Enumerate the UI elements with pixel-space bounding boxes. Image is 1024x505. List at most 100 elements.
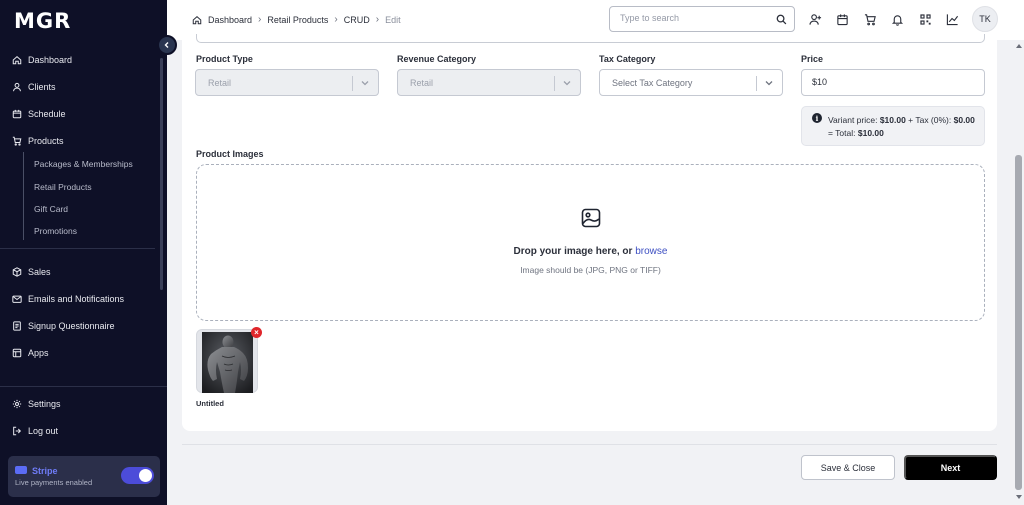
box-icon [12, 267, 22, 277]
sidebar-item-label: Settings [28, 399, 61, 409]
sidebar-collapse-button[interactable] [157, 35, 177, 55]
sidebar-item-label: Signup Questionnaire [28, 321, 115, 331]
qr-code-icon[interactable] [919, 13, 932, 26]
revenue-category-select[interactable]: Retail [397, 69, 581, 96]
sidebar-item-products[interactable]: Products [12, 136, 64, 146]
search-input[interactable] [620, 13, 770, 23]
total-text: = Total: [828, 128, 858, 138]
sidebar-item-label: Schedule [28, 109, 66, 119]
cart-icon[interactable] [864, 13, 877, 26]
sidebar-item-schedule[interactable]: Schedule [12, 109, 66, 119]
price-summary-prefix: Variant price: [828, 115, 880, 125]
bell-icon[interactable] [891, 13, 904, 26]
remove-image-button[interactable]: × [251, 327, 262, 338]
product-type-value: Retail [208, 78, 232, 88]
price-input[interactable] [812, 77, 962, 87]
sidebar-subitem-promotions[interactable]: Promotions [34, 226, 77, 236]
sidebar-item-dashboard[interactable]: Dashboard [12, 55, 72, 65]
mail-icon [12, 295, 22, 303]
tax-category-select[interactable]: Select Tax Category [599, 69, 783, 96]
sidebar-subitem-gift-card[interactable]: Gift Card [34, 204, 68, 214]
breadcrumb-edit: Edit [385, 14, 401, 25]
scroll-down-arrow[interactable] [1016, 495, 1022, 499]
stripe-toggle[interactable] [121, 467, 154, 484]
price-summary-text: Variant price: $10.00 + Tax (0%): $0.00 … [828, 114, 982, 140]
sidebar: MGR Dashboard Clients Schedule Products … [0, 0, 167, 505]
stripe-logo-icon [15, 466, 27, 474]
footer-divider [182, 444, 997, 445]
chevron-down-icon [765, 81, 773, 86]
chart-line-icon[interactable] [946, 13, 959, 26]
info-icon: i [812, 113, 822, 123]
stripe-panel: Stripe Live payments enabled [8, 456, 160, 497]
home-icon [12, 55, 22, 65]
page-scrollbar[interactable] [1013, 40, 1024, 505]
sidebar-scrollbar[interactable] [160, 58, 163, 290]
scroll-up-arrow[interactable] [1016, 44, 1022, 48]
product-type-label: Product Type [196, 54, 253, 64]
image-icon [581, 208, 601, 228]
sidebar-item-label: Products [28, 136, 64, 146]
breadcrumb-retail-products[interactable]: Retail Products [267, 15, 328, 25]
sidebar-subitem-packages[interactable]: Packages & Memberships [34, 159, 133, 169]
sidebar-divider [0, 386, 167, 387]
tax-text: + Tax (0%): [905, 115, 954, 125]
revenue-category-value: Retail [410, 78, 434, 88]
tax-category-placeholder: Select Tax Category [612, 78, 693, 88]
sidebar-item-sales[interactable]: Sales [12, 267, 51, 277]
cart-icon [12, 136, 22, 146]
breadcrumb-crud[interactable]: CRUD [344, 15, 370, 25]
product-type-select[interactable]: Retail [195, 69, 379, 96]
product-images-label: Product Images [196, 149, 264, 159]
uploaded-image-name: Untitled [196, 399, 224, 408]
total-value: $10.00 [857, 128, 884, 138]
stripe-title: Stripe [32, 466, 58, 476]
select-separator [352, 76, 353, 91]
next-button[interactable]: Next [904, 455, 997, 480]
chevron-down-icon [361, 81, 369, 86]
calendar-icon[interactable] [836, 13, 849, 26]
revenue-category-label: Revenue Category [397, 54, 477, 64]
sidebar-item-label: Dashboard [28, 55, 73, 65]
sidebar-item-clients[interactable]: Clients [12, 82, 56, 92]
add-user-icon[interactable] [809, 13, 822, 26]
tax-category-label: Tax Category [599, 54, 656, 64]
breadcrumb-dashboard[interactable]: Dashboard [208, 15, 252, 25]
avatar[interactable]: TK [972, 6, 998, 32]
variant-price-value: $10.00 [879, 115, 906, 125]
breadcrumb: Dashboard › Retail Products › CRUD › Edi… [192, 14, 401, 25]
select-separator [756, 76, 757, 91]
sidebar-item-signup-questionnaire[interactable]: Signup Questionnaire [12, 321, 115, 331]
select-separator [554, 76, 555, 91]
home-icon[interactable] [192, 15, 202, 25]
price-field [801, 69, 985, 96]
sidebar-item-apps[interactable]: Apps [12, 348, 49, 358]
sidebar-item-label: Clients [28, 82, 56, 92]
chevron-right-icon: › [375, 14, 380, 25]
sidebar-subitem-retail-products[interactable]: Retail Products [34, 182, 92, 192]
apps-icon [12, 348, 22, 358]
dropzone-text: Drop your image here, or [513, 246, 636, 257]
sidebar-divider [0, 248, 155, 249]
dropzone-title: Drop your image here, or browse [197, 246, 984, 257]
chevron-right-icon: › [258, 14, 262, 25]
save-close-button[interactable]: Save & Close [801, 455, 895, 480]
price-label: Price [801, 54, 824, 64]
product-form-card: Product Type Retail Revenue Category Ret… [182, 34, 997, 431]
gear-icon [12, 399, 22, 409]
logout-icon [13, 426, 22, 436]
sidebar-item-label: Sales [28, 267, 51, 277]
image-dropzone[interactable]: Drop your image here, or browse Image sh… [196, 164, 985, 321]
search-icon[interactable] [776, 14, 787, 25]
app-logo: MGR [14, 9, 72, 33]
scrollbar-thumb[interactable] [1015, 155, 1022, 490]
browse-link[interactable]: browse [635, 246, 667, 257]
sidebar-item-settings[interactable]: Settings [12, 399, 61, 409]
chevron-right-icon: › [334, 14, 338, 25]
tax-amount-value: $0.00 [953, 115, 975, 125]
chevron-left-icon [164, 42, 169, 48]
sidebar-item-emails[interactable]: Emails and Notifications [12, 294, 124, 304]
sidebar-item-logout[interactable]: Log out [12, 426, 58, 436]
uploaded-image-thumbnail[interactable]: × [196, 327, 262, 393]
submenu-line [23, 152, 24, 240]
